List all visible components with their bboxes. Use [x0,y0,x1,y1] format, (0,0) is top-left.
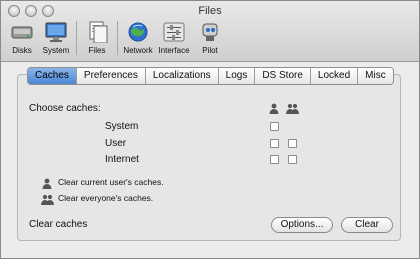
tab-localizations[interactable]: Localizations [145,68,219,84]
toolbar-separator [76,21,77,55]
toolbar-system-label: System [42,46,70,55]
toolbar-separator [117,21,118,55]
tab-logs[interactable]: Logs [218,68,256,84]
globe-icon [125,19,151,45]
toolbar-disks-label: Disks [12,46,32,55]
toolbar-pilot-label: Pilot [202,46,218,55]
toolbar: Disks System Files Network Interface Pil… [5,19,227,59]
tab-bar: Caches Preferences Localizations Logs DS… [27,67,394,85]
sliders-icon [161,19,187,45]
options-button[interactable]: Options... [271,217,333,233]
clear-button[interactable]: Clear [341,217,393,233]
cache-row-label: User [105,138,127,149]
user-icon [269,101,279,119]
disk-icon [9,19,35,45]
toolbar-interface[interactable]: Interface [155,19,193,59]
tab-ds-store[interactable]: DS Store [255,68,311,84]
toolbar-pilot[interactable]: Pilot [193,19,227,59]
user-cache-everyone-checkbox[interactable] [288,139,297,148]
legend-current-user: Clear current user's caches. [58,177,164,187]
tab-misc[interactable]: Misc [358,68,393,84]
tab-caches[interactable]: Caches [28,68,77,84]
user-cache-current-checkbox[interactable] [270,139,279,148]
users-icon [41,192,54,210]
cache-row-label: Internet [105,154,139,165]
toolbar-network[interactable]: Network [121,19,155,59]
toolbar-system[interactable]: System [39,19,73,59]
titlebar: Files Disks System Files Network Interfa… [1,1,419,62]
legend-everyone: Clear everyone's caches. [58,193,154,203]
toolbar-disks[interactable]: Disks [5,19,39,59]
window-title: Files [198,5,222,17]
system-cache-checkbox[interactable] [270,122,279,131]
clear-caches-label: Clear caches [29,219,88,230]
tab-panel [17,74,401,241]
toolbar-files-label: Files [88,46,106,55]
tab-locked[interactable]: Locked [310,68,359,84]
window: Files Disks System Files Network Interfa… [0,0,420,259]
tab-preferences[interactable]: Preferences [76,68,146,84]
choose-caches-label: Choose caches: [29,103,101,114]
internet-cache-everyone-checkbox[interactable] [288,155,297,164]
toolbar-files[interactable]: Files [80,19,114,59]
internet-cache-current-checkbox[interactable] [270,155,279,164]
monitor-icon [43,19,69,45]
cache-row-label: System [105,121,139,132]
toolbar-network-label: Network [123,46,153,55]
files-icon [84,19,110,45]
toolbar-interface-label: Interface [158,46,190,55]
robot-icon [197,19,223,45]
users-icon [286,101,299,119]
